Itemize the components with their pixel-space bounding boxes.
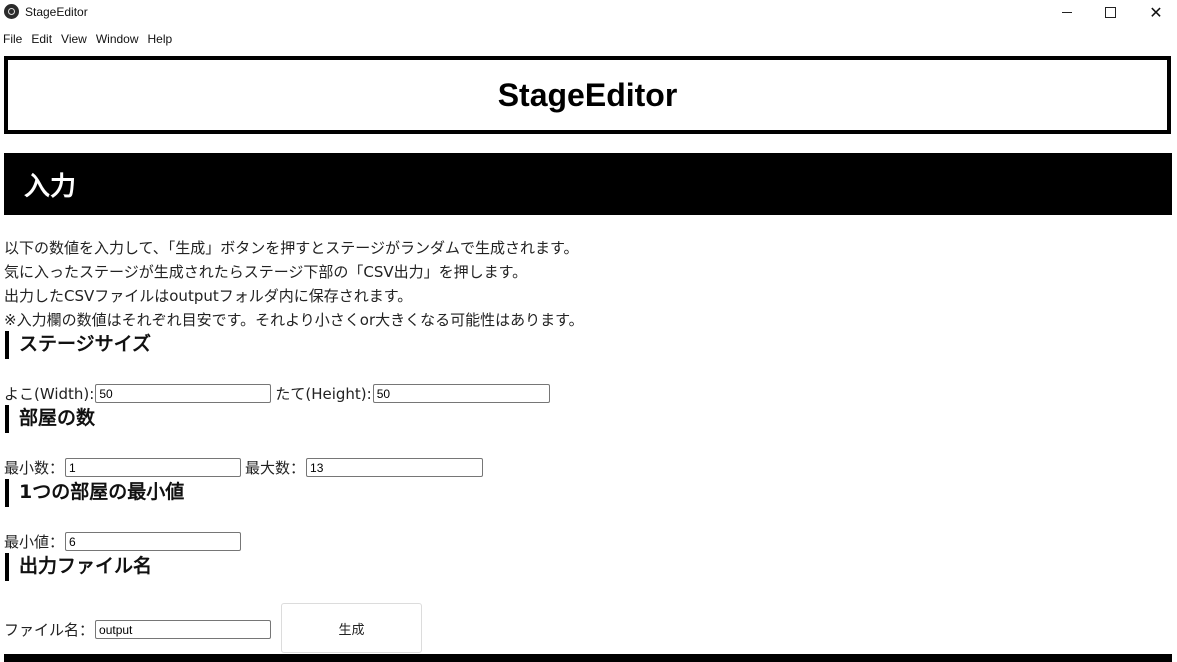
menu-file[interactable]: File (0, 32, 28, 46)
description-line: 出力したCSVファイルはoutputフォルダ内に保存されます。 (4, 287, 413, 305)
description: 以下の数値を入力して、「生成」ボタンを押すとステージがランダムで生成されます。 … (4, 236, 584, 332)
room-min-label: 最小数： (4, 459, 65, 477)
room-count-row: 最小数： 最大数： (4, 457, 487, 478)
page-title: StageEditor (497, 76, 678, 113)
section-title: 入力 (24, 171, 77, 202)
menu-help[interactable]: Help (145, 32, 179, 46)
menu-bar: File Edit View Window Help (0, 28, 1177, 50)
description-line: ※入力欄の数値はそれぞれ目安です。それより小さくor大きくなる可能性はあります。 (4, 311, 584, 329)
file-name-label: ファイル名： (4, 621, 95, 639)
bottom-section-bar (4, 654, 1172, 662)
title-bar: StageEditor ✕ (0, 0, 1177, 26)
stage-size-heading: ステージサイズ (5, 331, 151, 359)
app-icon (4, 4, 19, 19)
file-name-input[interactable] (95, 620, 272, 639)
room-min-size-heading: 1つの部屋の最小値 (5, 479, 184, 507)
output-file-heading: 出力ファイル名 (5, 553, 152, 581)
room-count-heading: 部屋の数 (5, 405, 95, 433)
close-button[interactable]: ✕ (1133, 0, 1177, 24)
menu-window[interactable]: Window (93, 32, 145, 46)
maximize-button[interactable] (1087, 0, 1133, 24)
maximize-icon (1104, 6, 1116, 18)
room-min-size-label: 最小値： (4, 533, 65, 551)
menu-view[interactable]: View (58, 32, 93, 46)
minimize-icon (1062, 11, 1072, 13)
room-max-input[interactable] (306, 458, 484, 477)
output-file-row: ファイル名： (4, 619, 275, 640)
menu-edit[interactable]: Edit (28, 32, 58, 46)
room-min-size-input[interactable] (65, 532, 242, 551)
app-header: StageEditor (4, 56, 1171, 134)
room-min-size-row: 最小値： (4, 531, 245, 552)
close-icon: ✕ (1149, 2, 1163, 22)
width-label: よこ(Width): (4, 385, 95, 403)
height-input[interactable] (372, 384, 550, 403)
stage-size-row: よこ(Width): たて(Height): (4, 383, 554, 404)
description-line: 以下の数値を入力して、「生成」ボタンを押すとステージがランダムで生成されます。 (4, 239, 579, 257)
description-line: 気に入ったステージが生成されたらステージ下部の「CSV出力」を押します。 (4, 263, 528, 281)
generate-button[interactable]: 生成 (281, 603, 422, 653)
room-min-input[interactable] (65, 458, 242, 477)
section-header: 入力 (4, 153, 1172, 215)
width-input[interactable] (95, 384, 272, 403)
minimize-button[interactable] (1044, 0, 1090, 24)
height-label: たて(Height): (275, 385, 372, 403)
room-max-label: 最大数： (245, 459, 306, 477)
window-title: StageEditor (25, 5, 88, 19)
